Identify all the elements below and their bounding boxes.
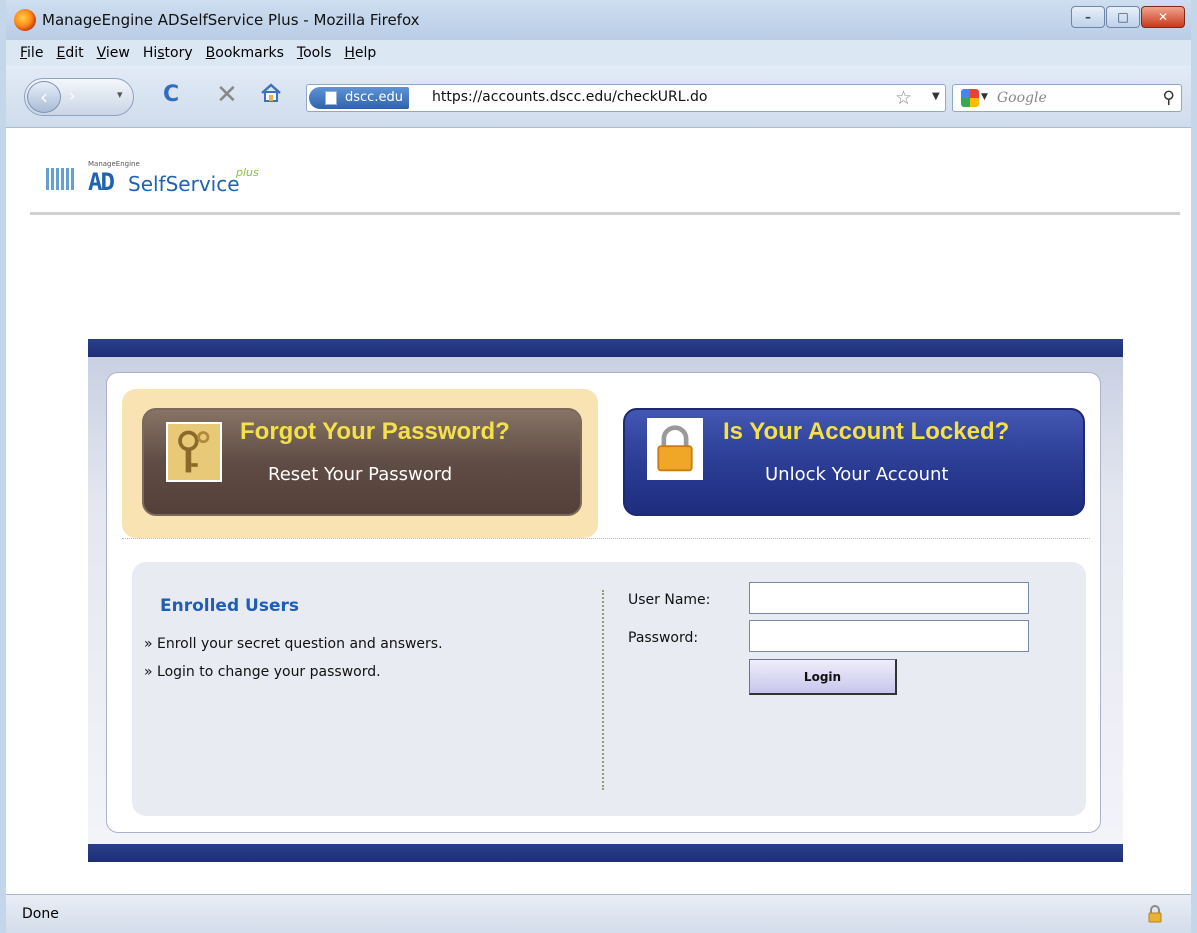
enrolled-info-line: » Enroll your secret question and answer…: [144, 636, 443, 652]
logo-ad: AD: [88, 168, 115, 196]
back-forward-group: ‹ › ▾: [24, 78, 134, 116]
account-locked-button[interactable]: Is Your Account Locked? Unlock Your Acco…: [623, 408, 1085, 516]
site-identity-button[interactable]: dscc.edu: [309, 87, 409, 109]
menu-tools[interactable]: Tools: [297, 45, 332, 61]
google-icon[interactable]: [961, 89, 979, 107]
browser-window: ManageEngine ADSelfService Plus - Mozill…: [0, 0, 1197, 933]
forward-button[interactable]: ›: [69, 86, 75, 105]
status-text: Done: [22, 906, 59, 922]
menu-edit[interactable]: Edit: [56, 45, 83, 61]
page-icon: [325, 91, 337, 105]
menu-file[interactable]: File: [20, 45, 43, 61]
search-bar[interactable]: ▼ Google ⚲: [952, 84, 1182, 112]
close-button[interactable]: ✕: [1141, 6, 1185, 28]
secure-lock-icon[interactable]: [1147, 905, 1163, 923]
menu-help[interactable]: Help: [344, 45, 376, 61]
forgot-password-title: Forgot Your Password?: [240, 418, 510, 445]
login-button[interactable]: Login: [749, 659, 897, 695]
enrolled-info-line: » Login to change your password.: [144, 664, 381, 680]
search-placeholder: Google: [997, 90, 1047, 106]
back-button[interactable]: ‹: [27, 81, 61, 113]
login-divider: [602, 590, 604, 790]
header-divider: [30, 212, 1180, 215]
site-identity-label: dscc.edu: [345, 90, 403, 105]
panel-bottom-bar: [88, 844, 1123, 862]
password-input[interactable]: [749, 620, 1029, 652]
url-dropdown-icon[interactable]: ▼: [932, 91, 940, 102]
title-bar: ManageEngine ADSelfService Plus - Mozill…: [6, 0, 1191, 40]
logo-name: SelfService: [128, 172, 240, 196]
logo-plus: plus: [236, 166, 259, 179]
keys-icon: [166, 422, 222, 482]
cards-divider: [122, 538, 1090, 539]
maximize-button[interactable]: □: [1106, 6, 1140, 28]
search-engine-dropdown-icon[interactable]: ▼: [981, 92, 988, 102]
page-content: ManageEngine AD SelfService plus Forgot …: [6, 128, 1191, 894]
bookmark-star-icon[interactable]: ☆: [895, 87, 912, 109]
unlock-account-label: Unlock Your Account: [765, 464, 949, 485]
password-label: Password:: [628, 630, 699, 646]
enrolled-users-heading: Enrolled Users: [160, 596, 300, 616]
logo-vendor: ManageEngine: [88, 160, 140, 168]
stop-icon[interactable]: ✕: [216, 80, 238, 110]
account-locked-title: Is Your Account Locked?: [723, 418, 1010, 445]
logo-cube-icon: [46, 168, 74, 190]
forgot-password-button[interactable]: Forgot Your Password? Reset Your Passwor…: [142, 408, 582, 516]
login-area: Enrolled Users » Enroll your secret ques…: [132, 562, 1086, 816]
menu-history[interactable]: History: [143, 45, 193, 61]
search-icon[interactable]: ⚲: [1163, 88, 1175, 108]
history-dropdown-icon[interactable]: ▾: [117, 88, 123, 101]
menu-view[interactable]: View: [97, 45, 130, 61]
padlock-icon: [647, 418, 703, 480]
status-bar: Done: [6, 894, 1191, 933]
navigation-toolbar: ‹ › ▾ C ✕ dscc.edu https://accounts.dscc…: [6, 66, 1191, 128]
panel-top-bar: [88, 339, 1123, 357]
menu-bar: File Edit View History Bookmarks Tools H…: [6, 40, 1191, 66]
window-controls: – □ ✕: [1071, 6, 1185, 28]
menu-bookmarks[interactable]: Bookmarks: [206, 45, 284, 61]
reload-icon[interactable]: C: [163, 82, 179, 107]
username-label: User Name:: [628, 592, 711, 608]
window-title: ManageEngine ADSelfService Plus - Mozill…: [42, 11, 420, 29]
home-icon[interactable]: [260, 82, 282, 104]
url-text: https://accounts.dscc.edu/checkURL.do: [432, 89, 708, 105]
address-bar[interactable]: dscc.edu https://accounts.dscc.edu/check…: [306, 84, 946, 112]
username-input[interactable]: [749, 582, 1029, 614]
firefox-icon: [14, 9, 36, 31]
reset-password-label: Reset Your Password: [268, 464, 453, 485]
minimize-button[interactable]: –: [1071, 6, 1105, 28]
